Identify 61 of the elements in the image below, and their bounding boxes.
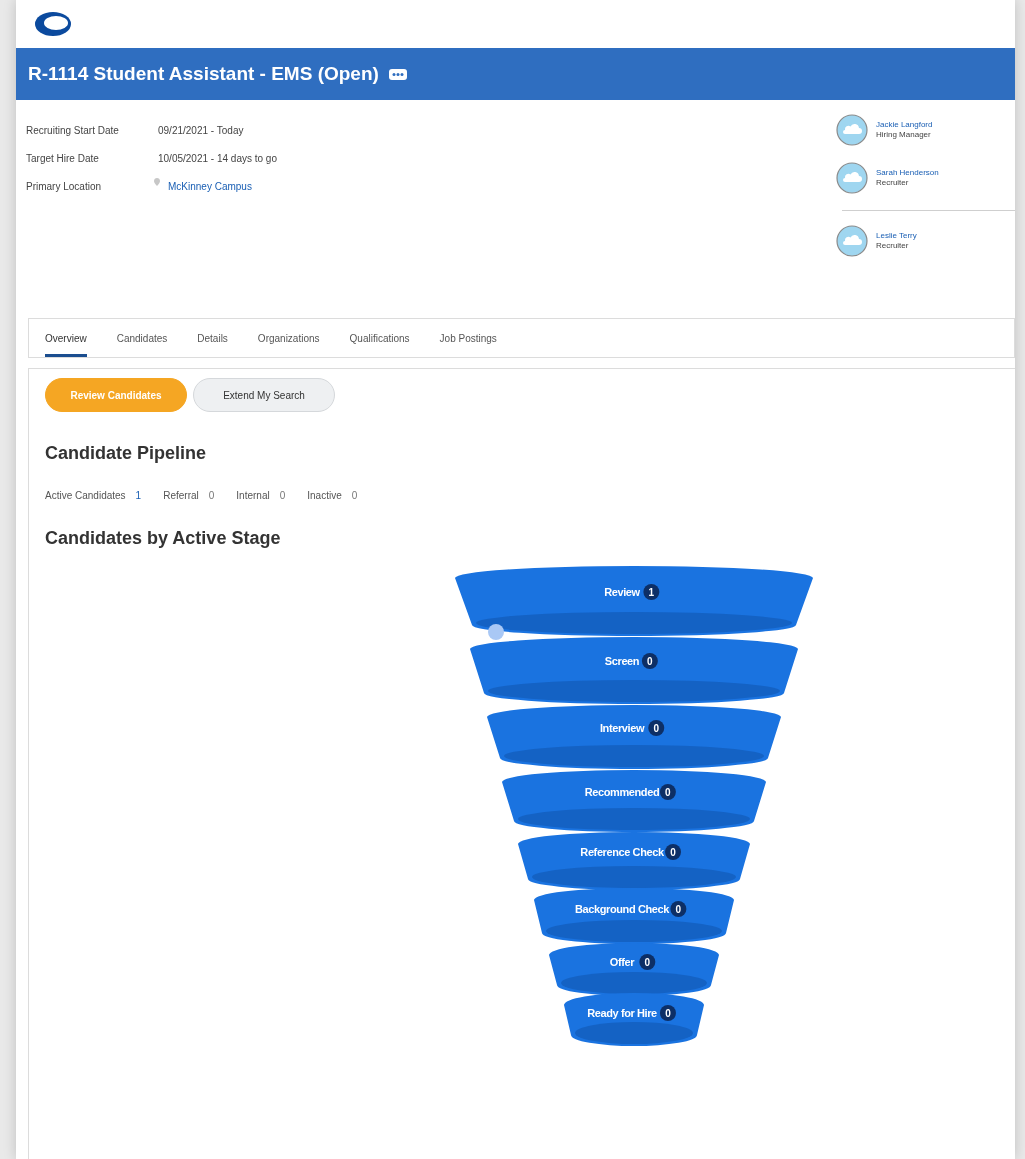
tab[interactable]: Details bbox=[197, 319, 228, 357]
person-role: Hiring Manager bbox=[876, 130, 932, 140]
field-label: Primary Location bbox=[26, 179, 103, 194]
count-label: Referral bbox=[163, 489, 199, 503]
count-label: Active Candidates bbox=[45, 489, 126, 503]
search-button[interactable]: Extend My Search bbox=[193, 378, 335, 412]
count-badge: 0 bbox=[659, 784, 676, 800]
stage-label: Background Check bbox=[575, 903, 669, 915]
stage-label: Reference Check bbox=[580, 846, 664, 858]
pin-icon bbox=[154, 178, 160, 186]
stage-label: Review bbox=[604, 586, 640, 598]
stage-label: Ready for Hire bbox=[587, 1007, 657, 1019]
field-value: 10/05/2021 - 14 days to go bbox=[158, 151, 277, 166]
funnel-segment[interactable] bbox=[455, 566, 813, 636]
stage-label: Screen bbox=[604, 655, 640, 667]
count-value: 0 bbox=[279, 489, 286, 503]
funnel-segment[interactable] bbox=[518, 832, 750, 890]
more-icon[interactable] bbox=[388, 68, 407, 80]
section-heading: Candidates by Active Stage bbox=[45, 527, 282, 550]
logo-icon bbox=[34, 11, 72, 37]
funnel-segment[interactable] bbox=[549, 943, 719, 996]
avatar-icon bbox=[836, 114, 868, 146]
tab[interactable]: Qualifications bbox=[349, 319, 410, 357]
funnel-segment[interactable] bbox=[534, 888, 734, 944]
count-badge: 0 bbox=[648, 720, 665, 736]
count-link[interactable]: 1 bbox=[135, 488, 142, 503]
count-badge: 0 bbox=[659, 1005, 676, 1021]
stage-label: Offer bbox=[609, 956, 635, 968]
count-badge: 0 bbox=[641, 653, 658, 669]
person-role: Recruiter bbox=[876, 178, 910, 188]
stage-label: Interview bbox=[599, 722, 645, 734]
page-title: R-1114 Student Assistant - EMS (Open) bbox=[28, 61, 379, 86]
section-heading: Candidate Pipeline bbox=[45, 442, 208, 465]
tab[interactable]: Candidates bbox=[116, 319, 168, 357]
count-value: 0 bbox=[351, 489, 358, 503]
tab[interactable]: Overview bbox=[45, 319, 87, 357]
funnel-segment[interactable] bbox=[487, 705, 781, 769]
field-value: 09/21/2021 - Today bbox=[158, 123, 244, 138]
count-label: Internal bbox=[236, 489, 270, 503]
count-badge: 0 bbox=[639, 954, 656, 970]
avatar-icon bbox=[836, 162, 868, 194]
person-link[interactable]: Leslie Terry bbox=[876, 231, 917, 241]
avatar-icon bbox=[836, 225, 868, 257]
cursor-dot bbox=[488, 624, 504, 640]
count-label: Inactive bbox=[307, 489, 342, 503]
count-badge: 0 bbox=[665, 844, 682, 860]
field-label: Target Hire Date bbox=[26, 151, 100, 166]
location-link[interactable]: McKinney Campus bbox=[168, 178, 252, 194]
count-value: 0 bbox=[208, 489, 215, 503]
count-badge: 0 bbox=[670, 901, 687, 917]
count-badge: 1 bbox=[643, 584, 660, 600]
funnel-segment[interactable] bbox=[564, 993, 704, 1046]
tab[interactable]: Organizations bbox=[257, 319, 320, 357]
funnel-segment[interactable] bbox=[502, 770, 766, 832]
person-link[interactable]: Jackie Langford bbox=[876, 120, 933, 130]
funnel-segment[interactable] bbox=[470, 637, 798, 704]
person-link[interactable]: Sarah Henderson bbox=[876, 168, 939, 178]
person-role: Recruiter bbox=[876, 241, 910, 251]
stage-label: Recommended bbox=[584, 786, 660, 798]
field-label: Recruiting Start Date bbox=[26, 123, 120, 138]
tab[interactable]: Job Postings bbox=[439, 319, 497, 357]
